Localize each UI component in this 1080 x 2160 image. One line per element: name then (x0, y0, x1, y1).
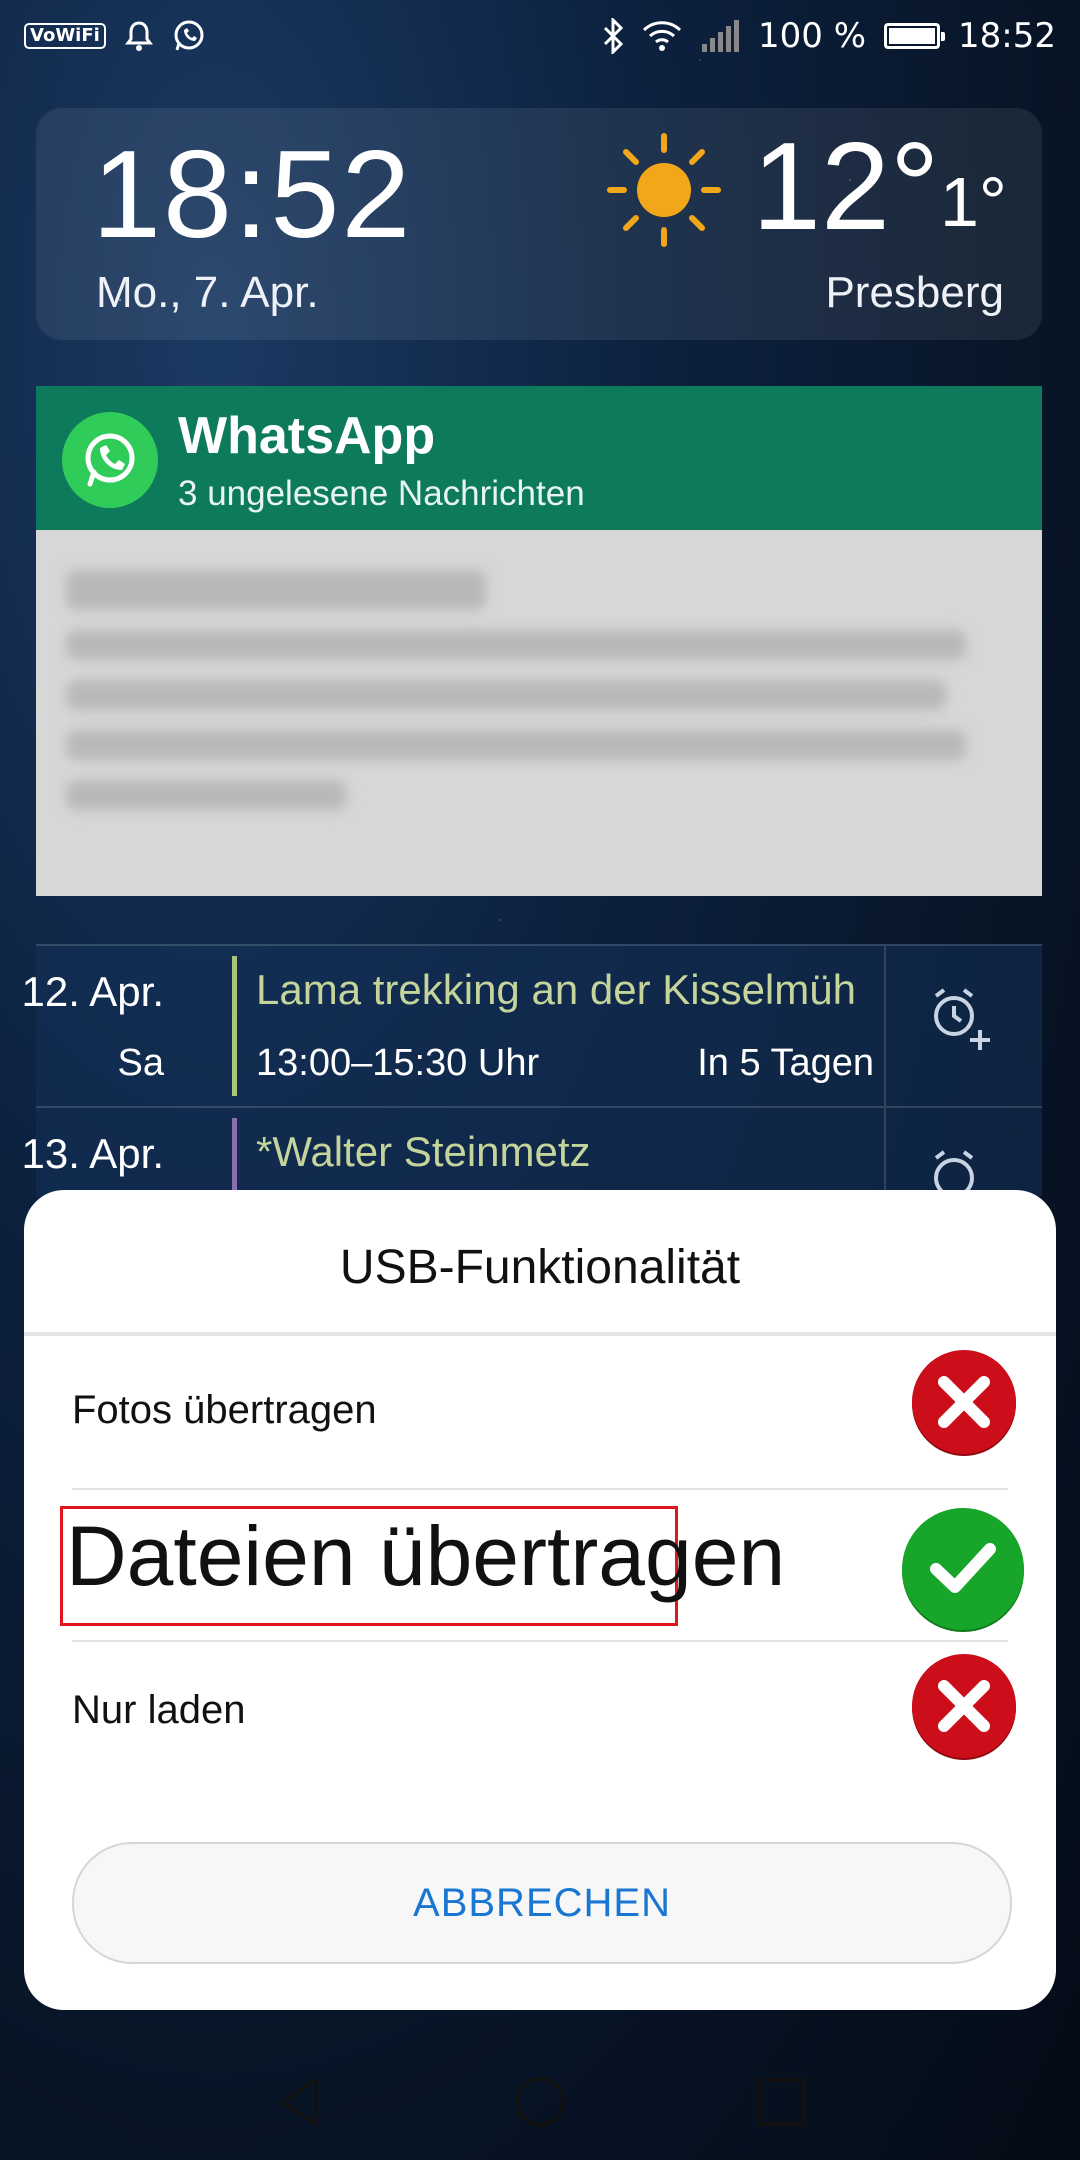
sun-icon (604, 130, 724, 254)
whatsapp-message-preview-blurred[interactable] (36, 530, 1042, 896)
event-date: 13. Apr. (21, 1130, 164, 1177)
close-icon (912, 1654, 1016, 1758)
vowifi-badge: VoWiFi (24, 23, 106, 49)
status-left: VoWiFi (24, 19, 206, 53)
option-charge-only[interactable]: Nur laden (72, 1642, 1032, 1792)
option-photos-transfer[interactable]: Fotos übertragen (72, 1340, 1032, 1488)
wifi-icon (642, 20, 682, 52)
event-color-bar (232, 956, 237, 1096)
usb-functionality-dialog: USB-Funktionalität Fotos übertragen Date… (24, 1190, 1056, 2010)
status-bar: VoWiFi 100 % 18:52 (0, 0, 1080, 72)
back-icon[interactable] (272, 2074, 328, 2134)
recents-icon[interactable] (754, 2074, 810, 2134)
whatsapp-icon (172, 19, 206, 53)
add-alarm-icon[interactable] (926, 986, 996, 1060)
signal-icon (700, 20, 740, 52)
weather-location[interactable]: Presberg (825, 268, 1004, 318)
calendar-widget[interactable]: 12. Apr. Sa Lama trekking an der Kisselm… (22, 944, 1042, 1270)
whatsapp-logo-icon (62, 412, 158, 508)
clock-weather-widget[interactable]: 18:52 Mo., 7. Apr. 12° 1° Presberg (36, 108, 1042, 340)
option-label: Fotos übertragen (72, 1388, 377, 1432)
battery-icon (884, 23, 946, 49)
close-icon (912, 1350, 1016, 1454)
event-title[interactable]: *Walter Steinmetz (256, 1128, 896, 1176)
event-date: 12. Apr. (21, 968, 164, 1015)
event-weekday: Sa (117, 1042, 164, 1084)
battery-percent: 100 % (758, 16, 867, 56)
whatsapp-notification-header[interactable]: WhatsApp 3 ungelesene Nachrichten (36, 386, 1042, 530)
cancel-button[interactable]: ABBRECHEN (72, 1842, 1012, 1964)
clock-date[interactable]: Mo., 7. Apr. (96, 268, 319, 318)
divider (884, 946, 886, 1106)
event-title[interactable]: Lama trekking an der Kisselmüh (256, 966, 896, 1014)
bluetooth-icon (602, 18, 624, 54)
calendar-event-row[interactable]: 12. Apr. Sa Lama trekking an der Kisselm… (22, 946, 1042, 1108)
event-relative-time: In 5 Tagen (697, 1042, 874, 1084)
event-time: 13:00–15:30 Uhr (256, 1042, 540, 1084)
dialog-title: USB-Funktionalität (339, 1241, 741, 1294)
weather-temperature[interactable]: 12° (752, 116, 940, 258)
option-label: Nur laden (72, 1688, 246, 1732)
status-right: 100 % 18:52 (602, 16, 1056, 56)
checkmark-icon (902, 1508, 1024, 1630)
divider (72, 1488, 1008, 1490)
divider (24, 1332, 1056, 1336)
weather-temperature-low: 1° (940, 163, 1007, 241)
option-files-transfer[interactable]: Dateien übertragen (66, 1508, 785, 1605)
clock-time[interactable]: 18:52 (92, 124, 412, 266)
whatsapp-app-name: WhatsApp (178, 407, 436, 465)
whatsapp-notification[interactable]: WhatsApp 3 ungelesene Nachrichten (36, 386, 1042, 896)
bell-icon (124, 20, 154, 52)
home-icon[interactable] (512, 2074, 568, 2134)
whatsapp-subtitle: 3 ungelesene Nachrichten (178, 474, 585, 513)
navigation-bar (0, 2040, 1080, 2160)
status-time: 18:52 (958, 16, 1056, 56)
